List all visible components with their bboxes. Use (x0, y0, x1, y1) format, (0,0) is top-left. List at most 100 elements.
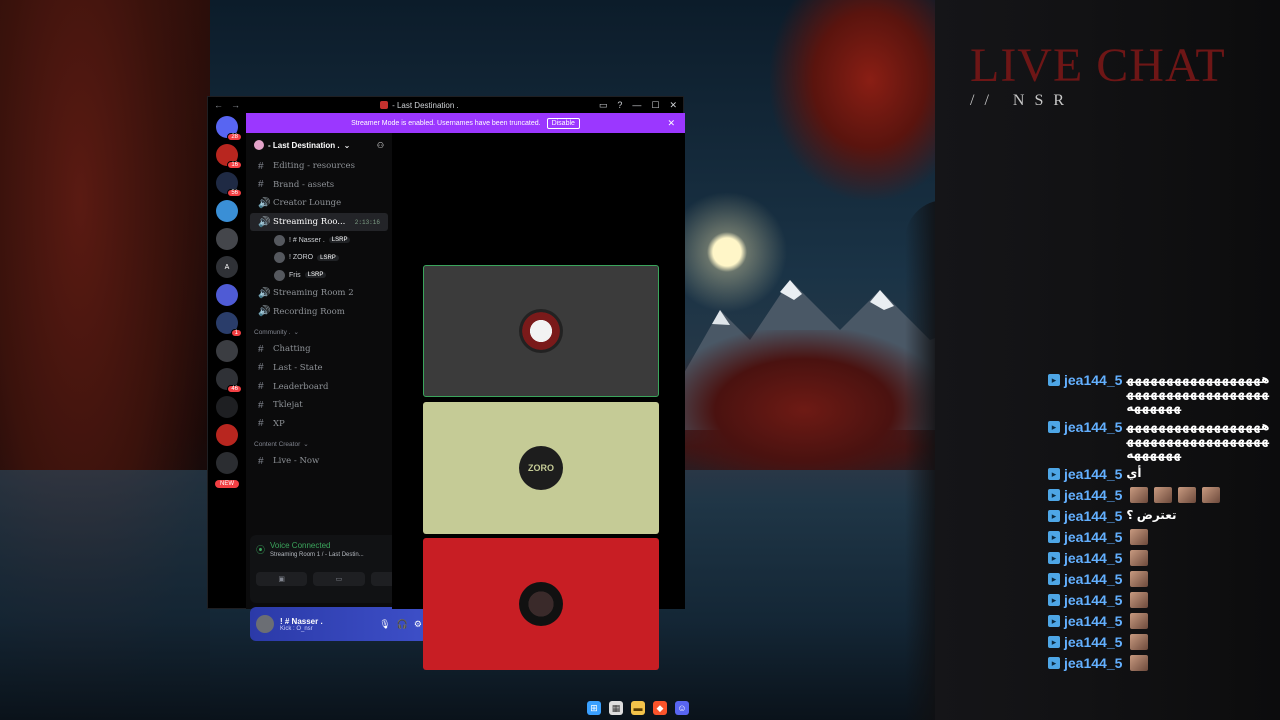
server-icon[interactable] (216, 284, 238, 306)
screen-share-button[interactable]: ▭ (313, 572, 365, 586)
channel-item[interactable]: # Last - State (250, 359, 388, 378)
brave-browser-icon[interactable]: ◆ (653, 701, 667, 715)
kick-badge-icon: ▸ (1048, 489, 1060, 501)
chat-username[interactable]: jea144_5 (1064, 529, 1122, 545)
server-icon[interactable] (216, 396, 238, 418)
chat-message: ▸ jea144_5 (1048, 487, 1270, 503)
inbox-icon[interactable]: ▭ (599, 100, 608, 111)
headphones-icon[interactable]: 🎧 (397, 619, 408, 630)
streamer-mode-banner: Streamer Mode is enabled. Usernames have… (246, 113, 685, 133)
participant-avatar (519, 309, 563, 353)
voice-user[interactable]: Fris LSRP (246, 266, 392, 284)
server-icon[interactable]: A (216, 256, 238, 278)
hashtag-icon: # (258, 362, 264, 374)
participant-tile[interactable]: ZORO (423, 402, 659, 534)
new-badge[interactable]: NEW (215, 480, 239, 488)
channel-name: Chatting (273, 344, 311, 355)
emote-icon (1130, 571, 1149, 587)
kick-badge-icon: ▸ (1048, 636, 1060, 648)
channel-item[interactable]: # Chatting (250, 340, 388, 359)
taskbar: ⊞ ▦ ▬ ◆ ☺ (587, 698, 689, 718)
server-icon[interactable]: 16 (216, 144, 242, 169)
microphone-icon[interactable]: 🎙 (379, 619, 390, 630)
back-arrow-icon[interactable]: ← (214, 100, 223, 110)
windows-start-icon[interactable]: ⊞ (587, 701, 601, 715)
server-icon[interactable] (216, 200, 238, 222)
mention-count-badge: 16 (227, 161, 242, 169)
voice-user-tag: LSRP (328, 237, 351, 244)
voice-location[interactable]: Streaming Room 1 / - Last Destin... (270, 552, 364, 558)
server-header[interactable]: - Last Destination . ⌄ ⚇ (246, 133, 392, 157)
server-icon[interactable] (216, 228, 238, 250)
chat-username[interactable]: jea144_5 (1064, 550, 1122, 566)
category-name: Community . (254, 328, 291, 336)
chat-username[interactable]: jea144_5 (1064, 419, 1122, 435)
channel-item[interactable]: # Tklejat (250, 396, 388, 415)
settings-gear-icon[interactable]: ⚙ (414, 619, 422, 630)
minimize-icon[interactable]: — (632, 100, 641, 111)
discord-home-button[interactable]: 28 (216, 116, 242, 141)
avatar (274, 269, 285, 281)
server-icon[interactable]: 1 (216, 312, 242, 337)
server-icon[interactable] (216, 340, 238, 362)
emote-icon (1130, 634, 1149, 650)
channel-item[interactable]: # Live - Now (250, 452, 388, 471)
disable-button[interactable]: Disable (546, 117, 580, 129)
chat-username[interactable]: jea144_5 (1064, 571, 1122, 587)
server-icon[interactable] (216, 424, 238, 446)
emote-icon (1130, 592, 1149, 608)
channel-timer: 2:13:16 (354, 218, 380, 226)
channel-item[interactable]: 🔊 Recording Room (250, 302, 388, 321)
avatar[interactable] (256, 615, 274, 633)
server-icon[interactable]: 46 (216, 368, 242, 393)
chat-text: ﻫﻬﻬﻬﻬﻬﻬﻬﻬﻬﻬﻬﻬﻬﻬﻬﻬﻬﻬﻬﻬﻬﻬﻬﻬﻬﻬﻬﻬﻬﻬﻬﻬﻬﻬﻬﻬﻬﻬﻬ… (1126, 419, 1270, 461)
discord-icon[interactable]: ☺ (675, 701, 689, 715)
help-icon[interactable]: ? (617, 100, 622, 111)
chat-message: ▸ jea144_5 (1048, 655, 1270, 671)
forward-arrow-icon[interactable]: → (231, 100, 240, 110)
voice-user-tag: LSRP (317, 254, 339, 261)
channel-category[interactable]: Community . ⌄ (246, 324, 392, 340)
chat-username[interactable]: jea144_5 (1064, 655, 1122, 671)
chat-username[interactable]: jea144_5 (1064, 592, 1122, 608)
emote-icon (1178, 487, 1197, 503)
chat-username[interactable]: jea144_5 (1064, 487, 1122, 503)
avatar (274, 252, 285, 264)
maximize-icon[interactable]: ☐ (651, 100, 659, 111)
calendar-icon[interactable]: ▦ (609, 701, 623, 715)
channel-name: XP (273, 418, 285, 429)
banner-close-icon[interactable]: ✕ (667, 118, 675, 129)
file-explorer-icon[interactable]: ▬ (631, 701, 645, 715)
speaker-icon: 🔊 (258, 306, 271, 318)
server-icon-small (380, 101, 389, 109)
channel-name: Brand - assets (273, 179, 335, 190)
emote-icon (1202, 487, 1221, 503)
chat-username[interactable]: jea144_5 (1064, 613, 1122, 629)
voice-user[interactable]: ! # Nasser . LSRP (246, 231, 392, 249)
hashtag-icon: # (258, 179, 264, 191)
user-name: ! # Nasser . (280, 616, 323, 626)
chat-username[interactable]: jea144_5 (1064, 466, 1122, 482)
chat-username[interactable]: jea144_5 (1064, 372, 1122, 388)
chat-username[interactable]: jea144_5 (1064, 634, 1122, 650)
channel-item[interactable]: # Brand - assets (250, 176, 388, 195)
channel-name: Tklejat (273, 400, 303, 411)
channel-item[interactable]: 🔊 Streaming Room 2 (250, 284, 388, 303)
channel-item[interactable]: 🔊 Streaming Roo... 2:13:16 (250, 212, 388, 232)
participant-tile[interactable] (423, 265, 659, 397)
add-member-icon[interactable]: ⚇ (377, 141, 384, 150)
channel-item[interactable]: # Leaderboard (250, 377, 388, 396)
camera-button[interactable]: ▣ (256, 572, 308, 586)
channel-category[interactable]: Content Creator ⌄ (246, 436, 392, 452)
voice-stage: ZORO (392, 133, 685, 670)
server-icon[interactable]: 56 (216, 172, 242, 197)
signal-icon: ⦿ (256, 545, 266, 555)
channel-item[interactable]: # XP (250, 414, 388, 433)
server-icon[interactable] (216, 452, 238, 474)
channel-item[interactable]: 🔊 Creator Lounge (250, 194, 388, 213)
channel-item[interactable]: # Editing - resources (250, 157, 388, 176)
chat-username[interactable]: jea144_5 (1064, 508, 1122, 524)
participant-tile[interactable] (423, 538, 659, 670)
voice-user[interactable]: ! ZORO LSRP (246, 249, 392, 267)
close-window-icon[interactable]: ✕ (669, 100, 677, 111)
